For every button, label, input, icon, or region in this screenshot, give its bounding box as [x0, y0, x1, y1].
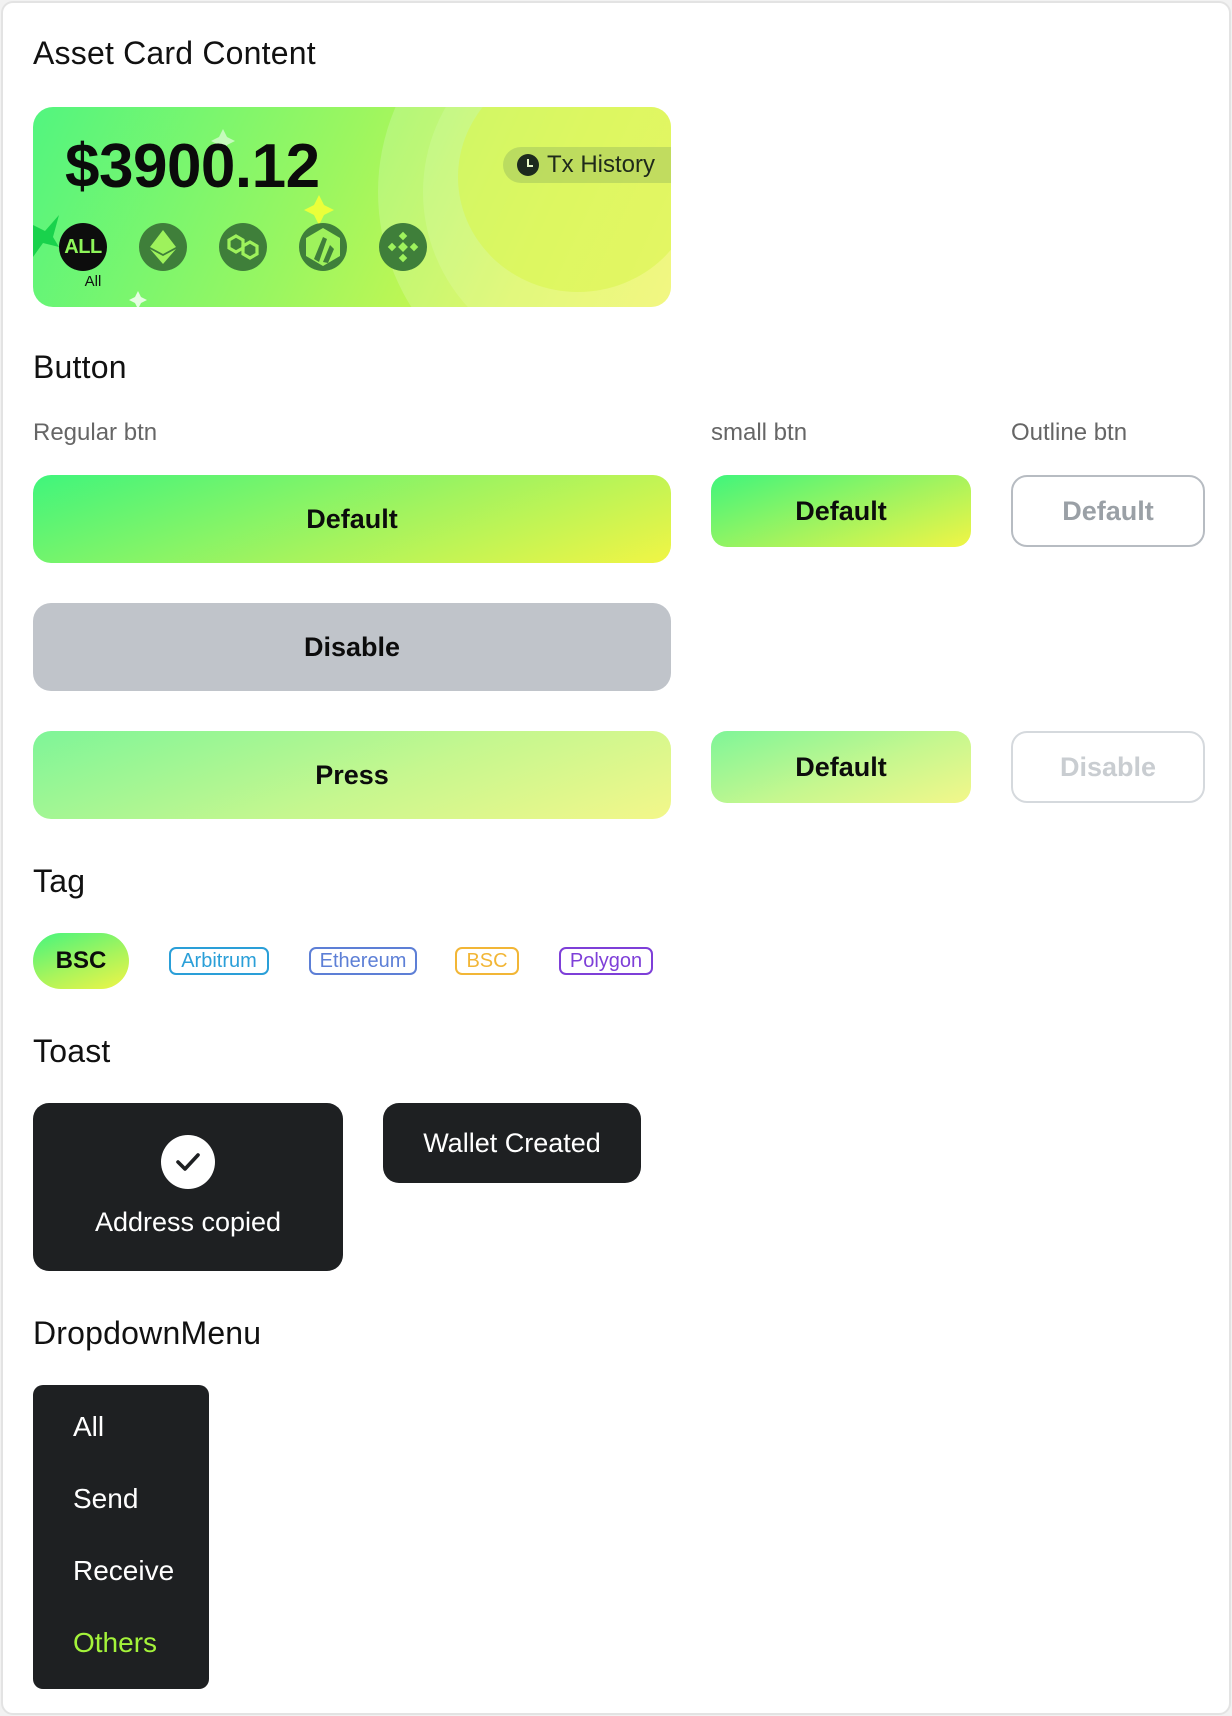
- section-title-asset-card: Asset Card Content: [33, 35, 316, 71]
- small-btn-label: small btn: [711, 419, 808, 446]
- tag-arbitrum[interactable]: Arbitrum: [169, 947, 269, 975]
- regular-default-button[interactable]: Default: [33, 475, 671, 563]
- all-chains-icon: ALL: [64, 235, 102, 258]
- chain-filter-bnb[interactable]: [379, 223, 427, 271]
- tx-history-label: Tx History: [547, 151, 655, 178]
- components-page: Asset Card Content $3900.12 Tx History A…: [1, 1, 1231, 1715]
- tx-history-button[interactable]: Tx History: [503, 147, 671, 183]
- dropdown-menu: All Send Receive Others: [33, 1385, 209, 1689]
- check-icon: [161, 1135, 215, 1189]
- dropdown-item-all[interactable]: All: [73, 1411, 104, 1443]
- small-press-button[interactable]: Default: [711, 731, 971, 803]
- section-title-tag: Tag: [33, 863, 86, 899]
- tag-selected-bsc[interactable]: BSC: [33, 933, 129, 989]
- polygon-icon: [227, 234, 259, 260]
- outline-btn-label: Outline btn: [1011, 419, 1128, 446]
- arbitrum-icon: [306, 228, 340, 266]
- dropdown-item-others[interactable]: Others: [73, 1627, 157, 1659]
- ethereum-icon: [150, 230, 176, 264]
- regular-btn-label: Regular btn: [33, 419, 158, 446]
- chain-filter-polygon[interactable]: [219, 223, 267, 271]
- chain-filter-ethereum[interactable]: [139, 223, 187, 271]
- asset-card: $3900.12 Tx History ALL All: [33, 107, 671, 307]
- regular-press-button[interactable]: Press: [33, 731, 671, 819]
- toast-wallet-created: Wallet Created: [383, 1103, 641, 1183]
- small-default-button[interactable]: Default: [711, 475, 971, 547]
- dropdown-item-send[interactable]: Send: [73, 1483, 138, 1515]
- toast-message: Address copied: [94, 1207, 282, 1237]
- chain-filter-arbitrum[interactable]: [299, 223, 347, 271]
- tag-bsc[interactable]: BSC: [455, 947, 519, 975]
- chain-filter-all[interactable]: ALL: [59, 223, 107, 271]
- outline-default-button[interactable]: Default: [1011, 475, 1205, 547]
- chain-filter-all-label: All: [84, 273, 102, 290]
- tag-polygon[interactable]: Polygon: [559, 947, 653, 975]
- outline-disabled-button[interactable]: Disable: [1011, 731, 1205, 803]
- regular-disabled-button[interactable]: Disable: [33, 603, 671, 691]
- section-title-dropdown: DropdownMenu: [33, 1315, 262, 1351]
- clock-icon: [517, 154, 539, 176]
- section-title-toast: Toast: [33, 1033, 111, 1069]
- dropdown-item-receive[interactable]: Receive: [73, 1555, 174, 1587]
- toast-address-copied: Address copied: [33, 1103, 343, 1271]
- section-title-button: Button: [33, 349, 127, 385]
- asset-balance: $3900.12: [65, 132, 320, 201]
- tag-ethereum[interactable]: Ethereum: [309, 947, 417, 975]
- bnb-icon: [387, 231, 419, 263]
